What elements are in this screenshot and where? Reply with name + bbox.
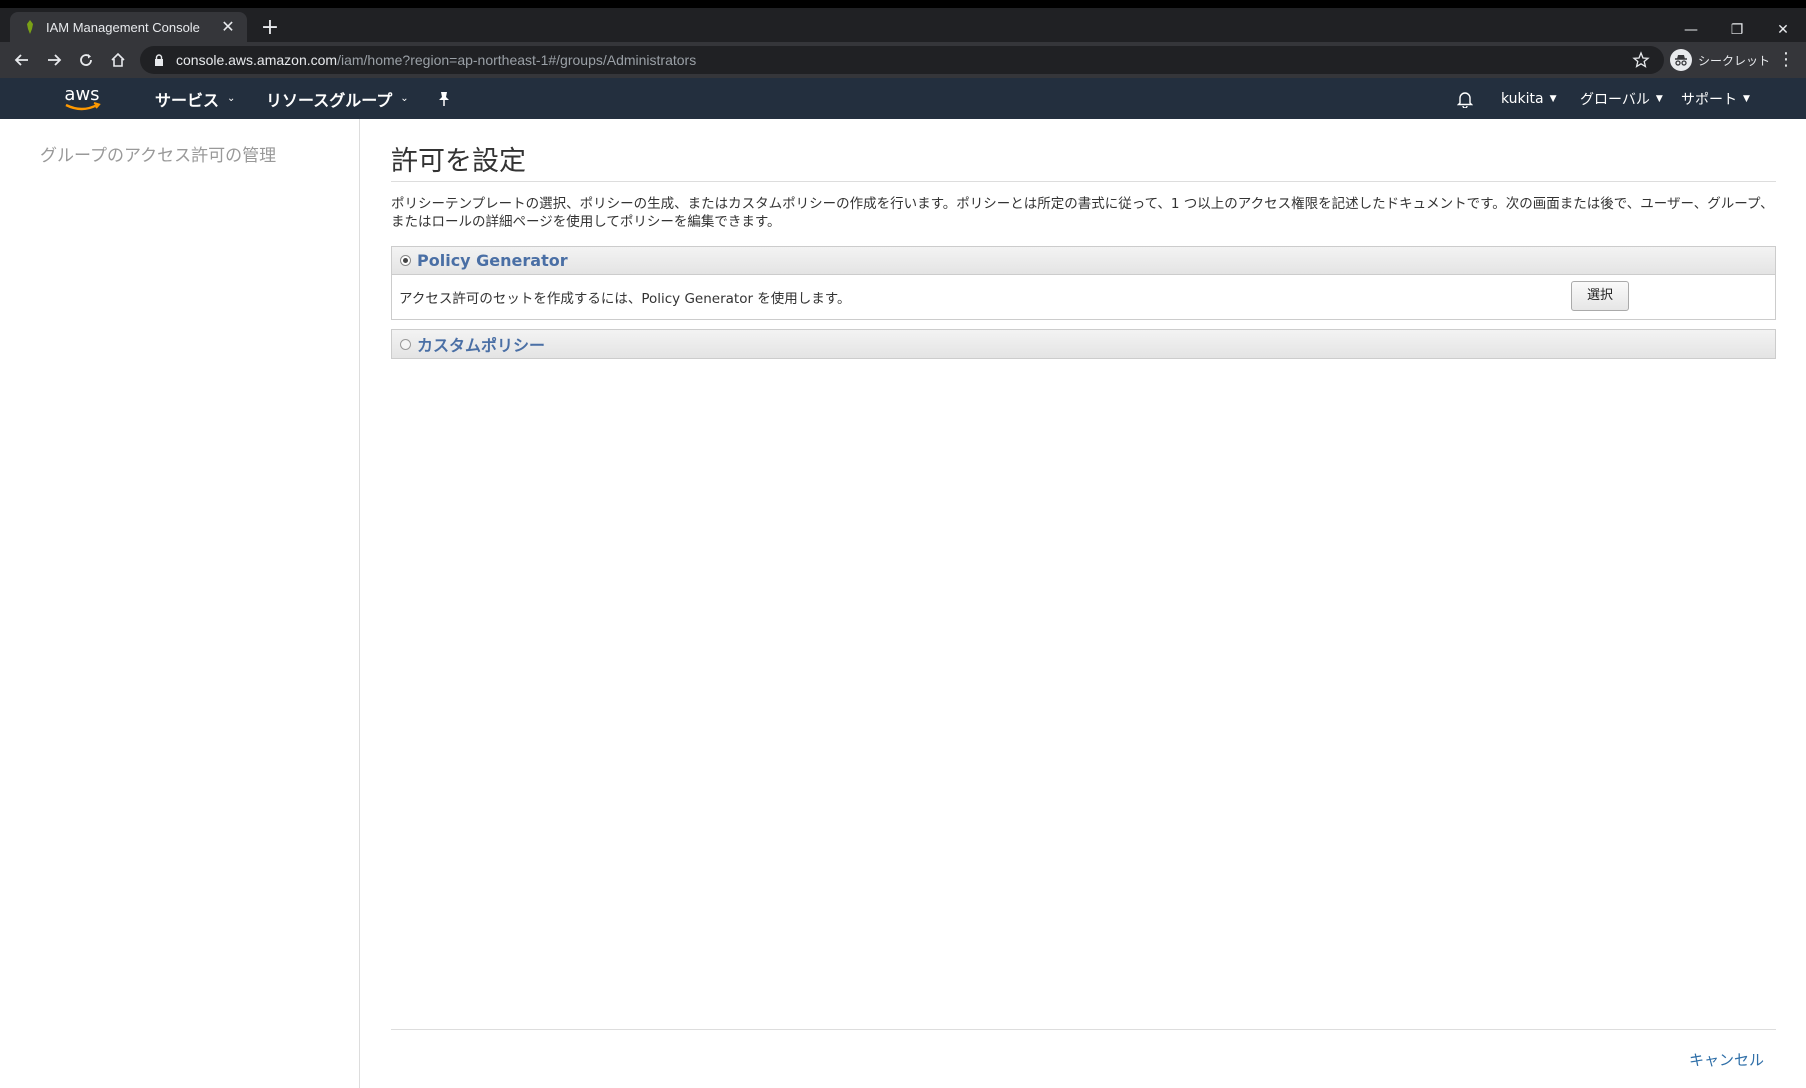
bookmark-star-icon[interactable] [1632, 51, 1650, 69]
resource-groups-label: リソースグループ [266, 90, 393, 110]
url-text: console.aws.amazon.com/iam/home?region=a… [176, 52, 696, 68]
lock-icon [152, 53, 166, 67]
policy-generator-text: アクセス許可のセットを作成するには、Policy Generator を使用しま… [399, 291, 851, 307]
browser-tab[interactable]: IAM Management Console ✕ [10, 12, 247, 42]
omnibox[interactable]: console.aws.amazon.com/iam/home?region=a… [140, 46, 1664, 74]
svg-text:aws: aws [64, 84, 99, 105]
tab-title: IAM Management Console [46, 19, 200, 35]
select-button[interactable]: 選択 [1571, 281, 1629, 311]
restore-button[interactable]: ❐ [1714, 16, 1760, 44]
custom-policy-title: カスタムポリシー [417, 336, 546, 355]
incognito-badge[interactable]: シークレット [1670, 46, 1780, 74]
policy-generator-body: アクセス許可のセットを作成するには、Policy Generator を使用しま… [392, 275, 1775, 319]
home-icon[interactable] [106, 48, 130, 72]
chevron-down-icon: ⌄ [400, 93, 409, 104]
incognito-label: シークレット [1698, 53, 1771, 68]
sidebar-title: グループのアクセス許可の管理 [40, 146, 277, 166]
chevron-down-icon: ⌄ [227, 93, 236, 104]
chevron-down-icon: ▼ [1655, 93, 1663, 104]
policy-generator-header[interactable]: Policy Generator [392, 247, 1775, 275]
custom-policy-panel[interactable]: カスタムポリシー [391, 329, 1776, 359]
policy-generator-panel: Policy Generator アクセス許可のセットを作成するには、Polic… [391, 246, 1776, 320]
support-menu[interactable]: サポート ▼ [1681, 78, 1750, 119]
sidebar: グループのアクセス許可の管理 [0, 119, 360, 1088]
aws-favicon-icon [22, 19, 38, 35]
tab-close-icon[interactable]: ✕ [219, 18, 237, 36]
reload-icon[interactable] [74, 48, 98, 72]
policy-generator-radio[interactable] [400, 255, 411, 266]
chevron-down-icon: ▼ [1743, 93, 1750, 104]
region-menu[interactable]: グローバル ▼ [1580, 78, 1663, 119]
account-menu[interactable]: kukita ▼ [1501, 78, 1557, 119]
chevron-down-icon: ▼ [1549, 93, 1557, 104]
incognito-icon [1670, 49, 1692, 71]
address-bar: console.aws.amazon.com/iam/home?region=a… [0, 42, 1806, 78]
url-path: /iam/home?region=ap-northeast-1#/groups/… [337, 52, 697, 68]
page-description: ポリシーテンプレートの選択、ポリシーの生成、またはカスタムポリシーの作成を行いま… [391, 196, 1774, 230]
divider [391, 1029, 1776, 1030]
back-arrow-icon[interactable] [10, 48, 34, 72]
minimize-button[interactable]: — [1668, 16, 1714, 44]
url-host: console.aws.amazon.com [176, 52, 338, 68]
account-label: kukita [1501, 90, 1544, 107]
radio-dot [403, 258, 408, 263]
resource-groups-menu[interactable]: リソースグループ ⌄ [266, 78, 409, 119]
services-label: サービス [155, 90, 220, 110]
page-title: 許可を設定 [391, 146, 526, 177]
window-close-button[interactable]: ✕ [1760, 16, 1806, 44]
new-tab-button[interactable]: + [258, 16, 282, 40]
notifications-bell-icon[interactable] [1457, 78, 1473, 119]
policy-generator-title: Policy Generator [417, 251, 568, 270]
aws-top-nav: aws サービス ⌄ リソースグループ ⌄ kukita ▼ グローバル ▼ サ… [0, 78, 1806, 119]
cancel-link[interactable]: キャンセル [1689, 1049, 1764, 1070]
forward-arrow-icon[interactable] [42, 48, 66, 72]
services-menu[interactable]: サービス ⌄ [155, 78, 235, 119]
browser-menu-icon[interactable]: ⋮ [1776, 48, 1796, 72]
region-label: グローバル [1580, 91, 1650, 108]
pin-icon[interactable] [437, 78, 451, 119]
aws-logo[interactable]: aws [60, 84, 104, 114]
window-top-strip [0, 0, 1806, 8]
divider [391, 181, 1776, 182]
custom-policy-radio[interactable] [400, 338, 411, 350]
support-label: サポート [1681, 91, 1737, 108]
main-content: 許可を設定 ポリシーテンプレートの選択、ポリシーの生成、またはカスタムポリシーの… [391, 119, 1776, 1088]
browser-tab-bar: IAM Management Console ✕ + — ❐ ✕ [0, 8, 1806, 42]
